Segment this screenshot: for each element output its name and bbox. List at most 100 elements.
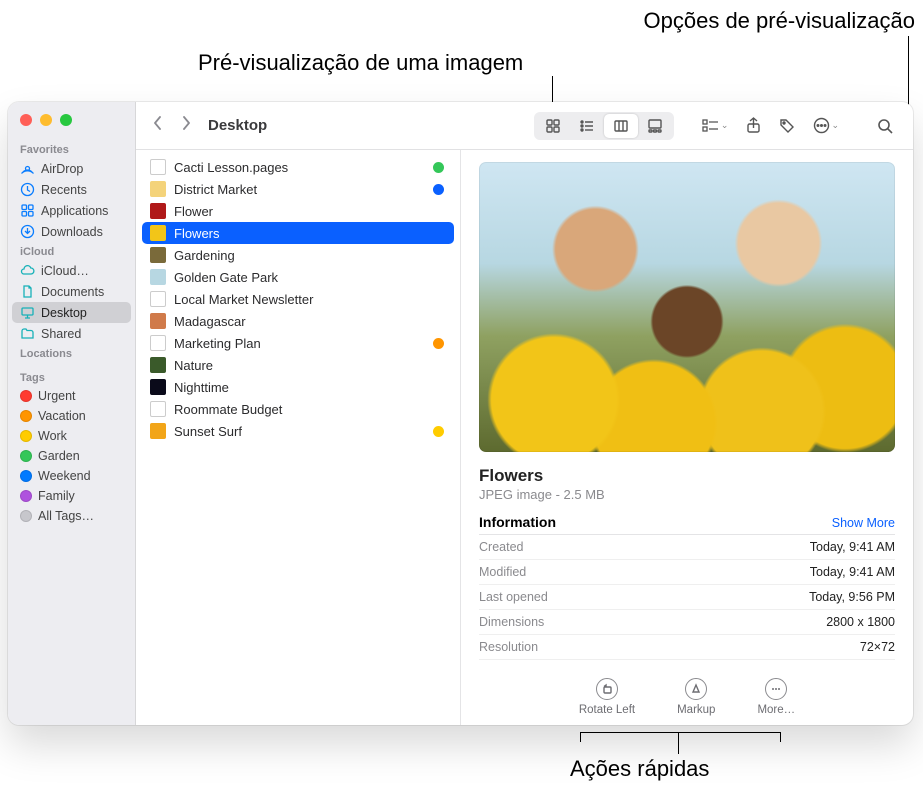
sidebar-tag-family[interactable]: Family xyxy=(12,486,131,506)
preview-pane: Flowers JPEG image - 2.5 MB Information … xyxy=(461,150,913,725)
more-action[interactable]: More… xyxy=(757,678,795,716)
file-row[interactable]: Sunset Surf xyxy=(142,420,454,442)
tags-button[interactable] xyxy=(773,114,801,138)
info-row: CreatedToday, 9:41 AM xyxy=(479,535,895,560)
sidebar-item-label: Garden xyxy=(38,449,80,463)
file-label: Roommate Budget xyxy=(174,402,282,417)
callout-preview-options: Opções de pré-visualização xyxy=(644,8,915,34)
callout-line xyxy=(780,732,781,742)
sidebar-tag-garden[interactable]: Garden xyxy=(12,446,131,466)
zoom-button[interactable] xyxy=(60,114,72,126)
info-value: 2800 x 1800 xyxy=(826,615,895,629)
sidebar-tag-weekend[interactable]: Weekend xyxy=(12,466,131,486)
close-button[interactable] xyxy=(20,114,32,126)
sidebar-item-shared[interactable]: Shared xyxy=(12,323,131,344)
window-title: Desktop xyxy=(208,117,267,134)
file-row[interactable]: Marketing Plan xyxy=(142,332,454,354)
sidebar-tag-alltags[interactable]: All Tags… xyxy=(12,506,131,526)
view-gallery-button[interactable] xyxy=(638,114,672,138)
sidebar-item-downloads[interactable]: Downloads xyxy=(12,221,131,242)
forward-button[interactable] xyxy=(175,111,198,140)
markup-label: Markup xyxy=(677,704,715,716)
info-value: Today, 9:41 AM xyxy=(810,540,895,554)
file-row[interactable]: Madagascar xyxy=(142,310,454,332)
file-icon xyxy=(150,269,166,285)
file-label: Marketing Plan xyxy=(174,336,261,351)
info-value: Today, 9:56 PM xyxy=(809,590,895,604)
sidebar-header-locations: Locations xyxy=(8,344,135,362)
sidebar-item-label: Vacation xyxy=(38,409,86,423)
view-list-button[interactable] xyxy=(570,114,604,138)
sidebar-header-tags: Tags xyxy=(8,368,135,386)
file-icon xyxy=(150,313,166,329)
back-button[interactable] xyxy=(146,111,169,140)
file-icon xyxy=(150,203,166,219)
view-icon-button[interactable] xyxy=(536,114,570,138)
markup-icon xyxy=(685,678,707,700)
file-row[interactable]: Flower xyxy=(142,200,454,222)
sidebar-item-label: Urgent xyxy=(38,389,76,403)
sidebar-header-icloud: iCloud xyxy=(8,242,135,260)
file-label: Nature xyxy=(174,358,213,373)
sidebar-item-recents[interactable]: Recents xyxy=(12,179,131,200)
file-row[interactable]: Nighttime xyxy=(142,376,454,398)
tag-color-icon xyxy=(20,490,32,502)
file-label: Gardening xyxy=(174,248,235,263)
file-list: Cacti Lesson.pages District Market Flower F… xyxy=(136,150,461,725)
file-row[interactable]: Gardening xyxy=(142,244,454,266)
tag-color-icon xyxy=(20,430,32,442)
info-row: Last openedToday, 9:56 PM xyxy=(479,585,895,610)
sidebar-item-label: Shared xyxy=(41,327,81,341)
info-row: ModifiedToday, 9:41 AM xyxy=(479,560,895,585)
toolbar: Desktop ⌄ ⌄ xyxy=(136,102,913,150)
file-row[interactable]: Roommate Budget xyxy=(142,398,454,420)
file-row[interactable]: District Market xyxy=(142,178,454,200)
action-button[interactable]: ⌄ xyxy=(807,113,845,138)
sidebar-tag-work[interactable]: Work xyxy=(12,426,131,446)
sidebar-item-icloud[interactable]: iCloud… xyxy=(12,260,131,281)
callout-line xyxy=(678,732,679,754)
sidebar-item-airdrop[interactable]: AirDrop xyxy=(12,158,131,179)
sidebar-item-desktop[interactable]: Desktop xyxy=(12,302,131,323)
tag-color-icon xyxy=(20,510,32,522)
file-row[interactable]: Cacti Lesson.pages xyxy=(142,156,454,178)
file-row[interactable]: Local Market Newsletter xyxy=(142,288,454,310)
sidebar-item-label: Family xyxy=(38,489,75,503)
file-tag-icon xyxy=(433,184,444,195)
file-row[interactable]: Golden Gate Park xyxy=(142,266,454,288)
sidebar-header-favorites: Favorites xyxy=(8,140,135,158)
callout-line xyxy=(580,732,581,742)
info-header: Information Show More xyxy=(479,514,895,535)
quick-actions: Rotate Left Markup More… xyxy=(479,678,895,716)
group-by-button[interactable]: ⌄ xyxy=(696,115,735,137)
markup-action[interactable]: Markup xyxy=(677,678,715,716)
sidebar-tag-vacation[interactable]: Vacation xyxy=(12,406,131,426)
share-button[interactable] xyxy=(740,113,767,138)
file-label: Golden Gate Park xyxy=(174,270,278,285)
sidebar-tag-urgent[interactable]: Urgent xyxy=(12,386,131,406)
info-value: 72×72 xyxy=(860,640,895,654)
file-row[interactable]: Nature xyxy=(142,354,454,376)
show-more-button[interactable]: Show More xyxy=(832,516,895,530)
sidebar-item-applications[interactable]: Applications xyxy=(12,200,131,221)
file-tag-icon xyxy=(433,162,444,173)
tag-color-icon xyxy=(20,410,32,422)
rotate-left-action[interactable]: Rotate Left xyxy=(579,678,635,716)
file-row[interactable]: Flowers xyxy=(142,222,454,244)
sidebar-item-label: Work xyxy=(38,429,67,443)
file-icon xyxy=(150,401,166,417)
minimize-button[interactable] xyxy=(40,114,52,126)
file-icon xyxy=(150,357,166,373)
info-key: Resolution xyxy=(479,640,538,654)
sidebar-item-documents[interactable]: Documents xyxy=(12,281,131,302)
file-label: Flower xyxy=(174,204,213,219)
file-icon xyxy=(150,291,166,307)
view-column-button[interactable] xyxy=(604,114,638,138)
sidebar: Favorites AirDropRecentsApplicationsDown… xyxy=(8,102,136,725)
view-switcher xyxy=(534,112,674,140)
rotate-left-icon xyxy=(596,678,618,700)
file-label: Cacti Lesson.pages xyxy=(174,160,288,175)
content-area: Cacti Lesson.pages District Market Flower F… xyxy=(136,150,913,725)
search-button[interactable] xyxy=(871,114,899,138)
rotate-left-label: Rotate Left xyxy=(579,704,635,716)
